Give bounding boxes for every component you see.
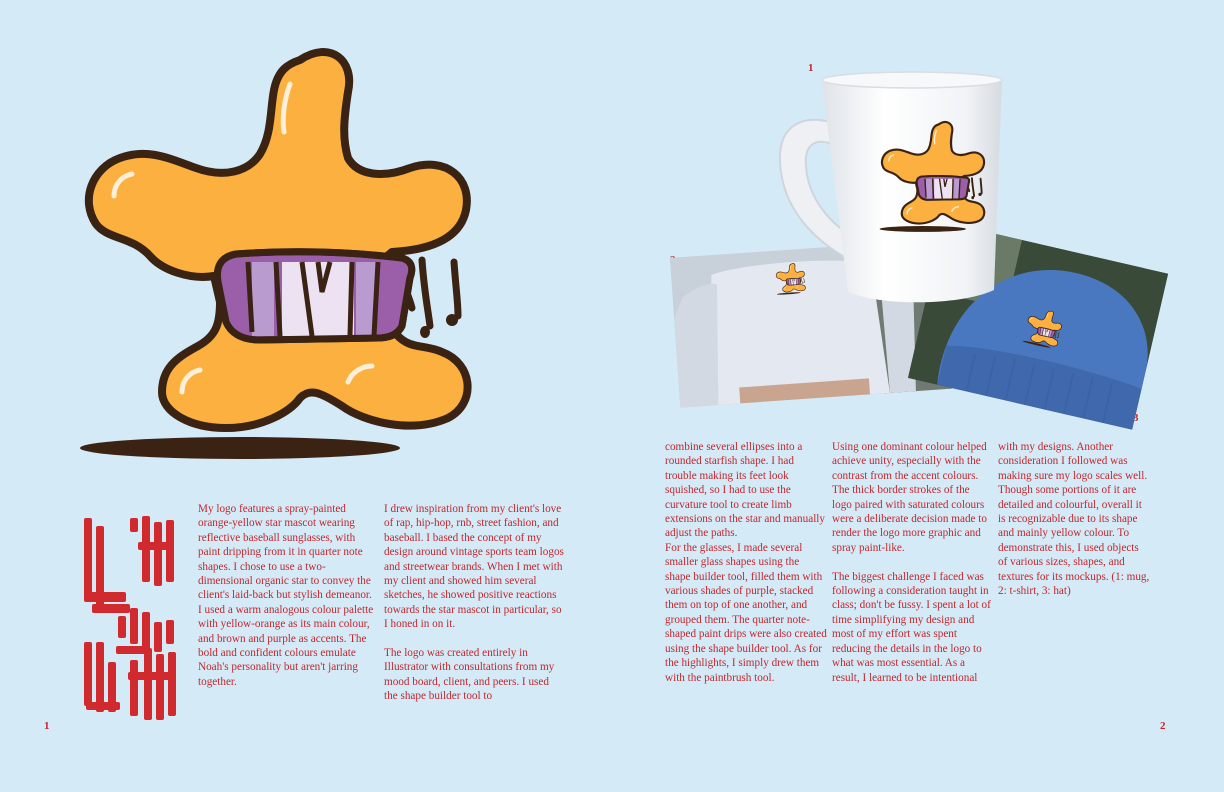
- body-column-3: combine several ellipses into a rounded …: [665, 441, 827, 684]
- logo-wordmark-icon: [84, 516, 176, 720]
- body-column-2: I drew inspiration from my client's love…: [384, 503, 564, 703]
- page-number-right: 2: [1160, 720, 1166, 732]
- star-mascot-logo-icon: [0, 0, 560, 470]
- page-number-left: 1: [44, 720, 50, 732]
- body-column-4: Using one dominant colour helped achieve…: [832, 441, 991, 684]
- mug-mockup-icon: [778, 71, 1003, 303]
- body-column-1: My logo features a spray-painted orange-…: [198, 503, 374, 688]
- body-column-5: with my designs. Another consideration I…: [998, 441, 1150, 598]
